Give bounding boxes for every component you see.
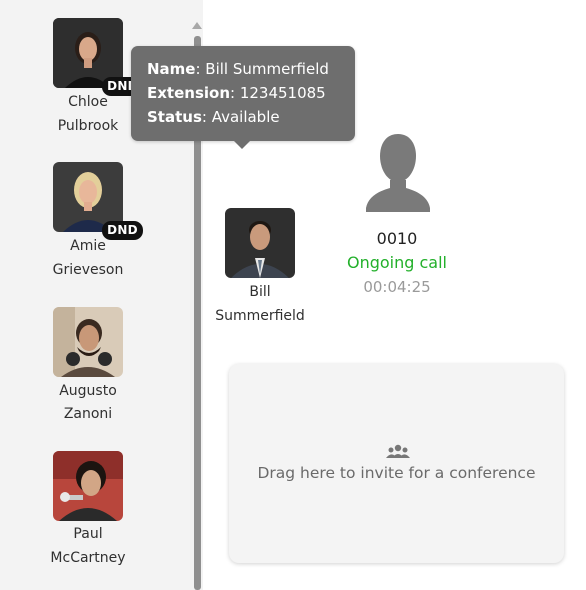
call-number: 0010: [376, 229, 418, 248]
caller-first-name: Bill: [249, 284, 271, 300]
tooltip-name-value: : Bill Summerfield: [195, 60, 329, 78]
contact-last-name: Grieveson: [52, 262, 124, 278]
caller-last-name: Summerfield: [215, 308, 305, 324]
conference-drop-zone[interactable]: Drag here to invite for a conference: [229, 364, 564, 563]
tooltip-arrow: [234, 141, 250, 149]
contact-first-name: Paul: [73, 526, 103, 542]
contact-avatar[interactable]: [53, 451, 123, 521]
tooltip-name-label: Name: [147, 60, 196, 78]
contact-last-name: McCartney: [50, 550, 126, 566]
group-icon: [386, 444, 410, 460]
contact-first-name: Augusto: [59, 383, 117, 399]
tooltip-extension-value: : 123451085: [230, 84, 326, 102]
scroll-up-arrow-icon[interactable]: [192, 22, 202, 29]
contact-last-name: Zanoni: [63, 406, 113, 422]
contact-first-name: Amie: [70, 238, 106, 254]
conference-hint-text: Drag here to invite for a conference: [257, 464, 536, 482]
contact-tooltip: Name: Bill Summerfield Extension: 123451…: [131, 46, 355, 149]
contact-avatar[interactable]: [53, 307, 123, 377]
default-user-avatar-icon: [360, 130, 436, 214]
tooltip-name-row: Name: Bill Summerfield: [147, 57, 329, 81]
caller-avatar[interactable]: [225, 208, 295, 278]
tooltip-extension-label: Extension: [147, 84, 230, 102]
tooltip-status-value: : Available: [201, 108, 280, 126]
tooltip-extension-row: Extension: 123451085: [147, 81, 326, 105]
call-status: Ongoing call: [347, 253, 447, 272]
call-timer: 00:04:25: [363, 278, 431, 296]
tooltip-status-row: Status: Available: [147, 105, 280, 129]
tooltip-status-label: Status: [147, 108, 202, 126]
